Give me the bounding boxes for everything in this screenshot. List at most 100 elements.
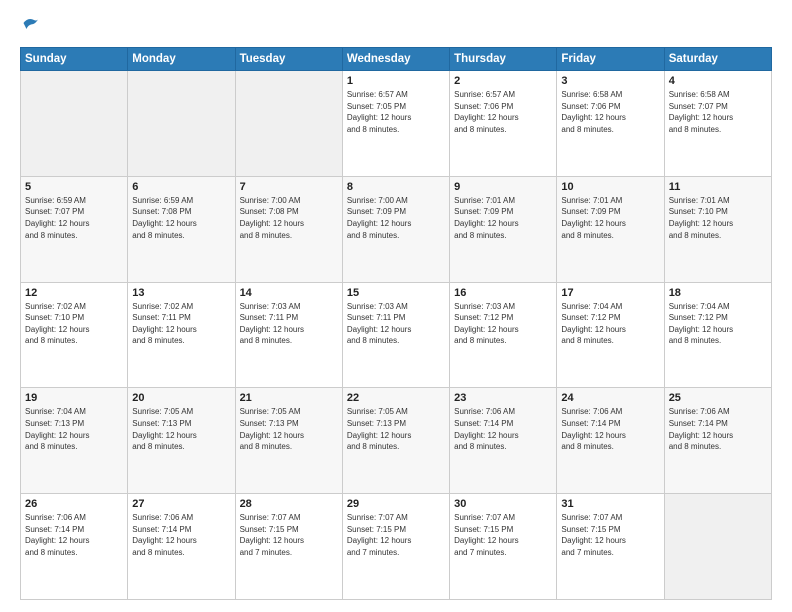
day-info: Sunrise: 7:01 AM Sunset: 7:09 PM Dayligh… [561,195,659,241]
day-info: Sunrise: 7:02 AM Sunset: 7:10 PM Dayligh… [25,301,123,347]
week-row-2: 5Sunrise: 6:59 AM Sunset: 7:07 PM Daylig… [21,176,772,282]
day-cell: 10 Sunrise: 7:01 AM Sunset: 7:09 PM Dayli… [557,176,664,282]
day-cell: 21 Sunrise: 7:05 AM Sunset: 7:13 PM Dayli… [235,388,342,494]
day-cell: 16Sunrise: 7:03 AM Sunset: 7:12 PM Dayli… [450,282,557,388]
page: SundayMondayTuesdayWednesdayThursdayFrid… [0,0,792,612]
day-number: 25 [669,392,767,404]
day-info: Sunrise: 7:07 AM Sunset: 7:15 PM Dayligh… [240,512,338,558]
week-row-1: 1 Sunrise: 6:57 AM Sunset: 7:05 PM Daylig… [21,71,772,177]
day-cell: 30 Sunrise: 7:07 AM Sunset: 7:15 PM Dayli… [450,494,557,600]
day-number: 10 [561,181,659,193]
day-number: 21 [240,392,338,404]
day-info: Sunrise: 7:03 AM Sunset: 7:11 PM Dayligh… [240,301,338,347]
day-number: 17 [561,287,659,299]
day-cell: 28 Sunrise: 7:07 AM Sunset: 7:15 PM Dayli… [235,494,342,600]
day-cell: 2 Sunrise: 6:57 AM Sunset: 7:06 PM Daylig… [450,71,557,177]
day-cell: 25 Sunrise: 7:06 AM Sunset: 7:14 PM Dayli… [664,388,771,494]
day-cell [128,71,235,177]
logo [20,16,40,37]
day-cell: 23Sunrise: 7:06 AM Sunset: 7:14 PM Dayli… [450,388,557,494]
day-number: 18 [669,287,767,299]
day-info: Sunrise: 7:05 AM Sunset: 7:13 PM Dayligh… [132,406,230,452]
day-info: Sunrise: 7:06 AM Sunset: 7:14 PM Dayligh… [561,406,659,452]
day-info: Sunrise: 7:00 AM Sunset: 7:09 PM Dayligh… [347,195,445,241]
day-cell: 1 Sunrise: 6:57 AM Sunset: 7:05 PM Daylig… [342,71,449,177]
day-info: Sunrise: 7:04 AM Sunset: 7:13 PM Dayligh… [25,406,123,452]
day-info: Sunrise: 6:57 AM Sunset: 7:05 PM Dayligh… [347,89,445,135]
day-info: Sunrise: 7:07 AM Sunset: 7:15 PM Dayligh… [347,512,445,558]
day-info: Sunrise: 7:05 AM Sunset: 7:13 PM Dayligh… [347,406,445,452]
day-number: 28 [240,498,338,510]
day-info: Sunrise: 7:06 AM Sunset: 7:14 PM Dayligh… [132,512,230,558]
day-info: Sunrise: 6:58 AM Sunset: 7:06 PM Dayligh… [561,89,659,135]
calendar-table: SundayMondayTuesdayWednesdayThursdayFrid… [20,47,772,600]
week-row-3: 12 Sunrise: 7:02 AM Sunset: 7:10 PM Dayli… [21,282,772,388]
day-number: 26 [25,498,123,510]
day-cell: 14 Sunrise: 7:03 AM Sunset: 7:11 PM Dayli… [235,282,342,388]
day-info: Sunrise: 7:02 AM Sunset: 7:11 PM Dayligh… [132,301,230,347]
day-number: 2 [454,75,552,87]
day-info: Sunrise: 7:04 AM Sunset: 7:12 PM Dayligh… [669,301,767,347]
weekday-header-row: SundayMondayTuesdayWednesdayThursdayFrid… [21,48,772,71]
day-info: Sunrise: 7:06 AM Sunset: 7:14 PM Dayligh… [454,406,552,452]
day-cell: 15Sunrise: 7:03 AM Sunset: 7:11 PM Dayli… [342,282,449,388]
day-cell: 5Sunrise: 6:59 AM Sunset: 7:07 PM Daylig… [21,176,128,282]
day-cell: 11 Sunrise: 7:01 AM Sunset: 7:10 PM Dayli… [664,176,771,282]
day-info: Sunrise: 6:59 AM Sunset: 7:08 PM Dayligh… [132,195,230,241]
day-number: 8 [347,181,445,193]
day-cell: 8 Sunrise: 7:00 AM Sunset: 7:09 PM Daylig… [342,176,449,282]
day-number: 31 [561,498,659,510]
day-number: 22 [347,392,445,404]
weekday-header-friday: Friday [557,48,664,71]
day-info: Sunrise: 7:07 AM Sunset: 7:15 PM Dayligh… [561,512,659,558]
day-number: 24 [561,392,659,404]
day-cell: 12 Sunrise: 7:02 AM Sunset: 7:10 PM Dayli… [21,282,128,388]
day-number: 9 [454,181,552,193]
day-cell: 27 Sunrise: 7:06 AM Sunset: 7:14 PM Dayli… [128,494,235,600]
day-number: 29 [347,498,445,510]
day-cell: 4 Sunrise: 6:58 AM Sunset: 7:07 PM Daylig… [664,71,771,177]
day-number: 13 [132,287,230,299]
day-cell: 26 Sunrise: 7:06 AM Sunset: 7:14 PM Dayli… [21,494,128,600]
day-info: Sunrise: 6:57 AM Sunset: 7:06 PM Dayligh… [454,89,552,135]
day-cell: 19 Sunrise: 7:04 AM Sunset: 7:13 PM Dayli… [21,388,128,494]
day-cell: 17Sunrise: 7:04 AM Sunset: 7:12 PM Dayli… [557,282,664,388]
day-cell: 7Sunrise: 7:00 AM Sunset: 7:08 PM Daylig… [235,176,342,282]
week-row-4: 19 Sunrise: 7:04 AM Sunset: 7:13 PM Dayli… [21,388,772,494]
day-number: 30 [454,498,552,510]
day-number: 5 [25,181,123,193]
day-cell: 3Sunrise: 6:58 AM Sunset: 7:06 PM Daylig… [557,71,664,177]
day-cell: 24 Sunrise: 7:06 AM Sunset: 7:14 PM Dayli… [557,388,664,494]
day-cell: 9 Sunrise: 7:01 AM Sunset: 7:09 PM Daylig… [450,176,557,282]
day-cell: 20 Sunrise: 7:05 AM Sunset: 7:13 PM Dayli… [128,388,235,494]
day-info: Sunrise: 7:05 AM Sunset: 7:13 PM Dayligh… [240,406,338,452]
day-cell: 22 Sunrise: 7:05 AM Sunset: 7:13 PM Dayli… [342,388,449,494]
day-info: Sunrise: 7:06 AM Sunset: 7:14 PM Dayligh… [25,512,123,558]
weekday-header-thursday: Thursday [450,48,557,71]
day-cell: 6 Sunrise: 6:59 AM Sunset: 7:08 PM Daylig… [128,176,235,282]
day-number: 11 [669,181,767,193]
day-number: 15 [347,287,445,299]
day-number: 20 [132,392,230,404]
day-info: Sunrise: 7:03 AM Sunset: 7:12 PM Dayligh… [454,301,552,347]
day-cell: 18 Sunrise: 7:04 AM Sunset: 7:12 PM Dayli… [664,282,771,388]
weekday-header-monday: Monday [128,48,235,71]
day-number: 4 [669,75,767,87]
day-number: 14 [240,287,338,299]
day-number: 27 [132,498,230,510]
day-number: 19 [25,392,123,404]
day-cell [235,71,342,177]
day-cell: 29 Sunrise: 7:07 AM Sunset: 7:15 PM Dayli… [342,494,449,600]
day-info: Sunrise: 6:58 AM Sunset: 7:07 PM Dayligh… [669,89,767,135]
day-info: Sunrise: 7:01 AM Sunset: 7:10 PM Dayligh… [669,195,767,241]
day-info: Sunrise: 7:01 AM Sunset: 7:09 PM Dayligh… [454,195,552,241]
day-cell [664,494,771,600]
day-number: 7 [240,181,338,193]
weekday-header-tuesday: Tuesday [235,48,342,71]
day-number: 12 [25,287,123,299]
day-number: 6 [132,181,230,193]
day-number: 1 [347,75,445,87]
logo-bird-icon [22,14,40,32]
day-info: Sunrise: 7:06 AM Sunset: 7:14 PM Dayligh… [669,406,767,452]
day-info: Sunrise: 7:07 AM Sunset: 7:15 PM Dayligh… [454,512,552,558]
